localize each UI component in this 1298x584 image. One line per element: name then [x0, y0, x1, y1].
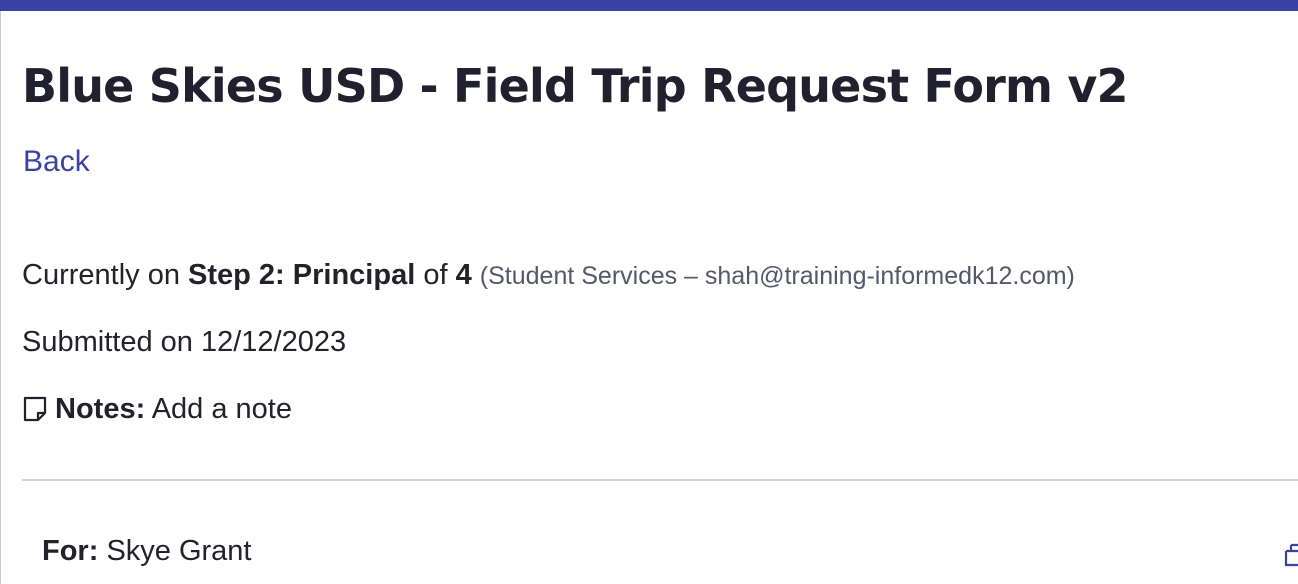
- sticky-note-icon: [22, 395, 48, 423]
- back-link[interactable]: Back: [23, 145, 90, 178]
- notes-label: Notes:: [55, 393, 146, 425]
- step-label: Step 2: Principal: [188, 259, 416, 291]
- add-note-link[interactable]: Add a note: [152, 393, 292, 425]
- recipient-label: For:: [42, 535, 99, 567]
- recipient-name: Skye Grant: [106, 535, 252, 567]
- step-prefix: Currently on: [22, 259, 180, 291]
- top-accent-bar: [0, 0, 1298, 11]
- step-total: 4: [455, 259, 472, 291]
- page-title: Blue Skies USD - Field Trip Request Form…: [22, 59, 1129, 113]
- form-card: Blue Skies USD - Field Trip Request Form…: [0, 11, 1298, 584]
- print-icon[interactable]: [1283, 539, 1298, 575]
- notes-row: Notes: Add a note: [22, 393, 292, 426]
- submitted-date: Submitted on 12/12/2023: [22, 326, 347, 358]
- step-detail: (Student Services – shah@training-inform…: [479, 262, 1075, 290]
- step-of: of: [423, 259, 448, 291]
- section-divider: [22, 479, 1298, 481]
- recipient-row: For: Skye Grant: [42, 535, 252, 568]
- current-step-status: Currently on Step 2: Principal of 4 (Stu…: [22, 259, 1075, 292]
